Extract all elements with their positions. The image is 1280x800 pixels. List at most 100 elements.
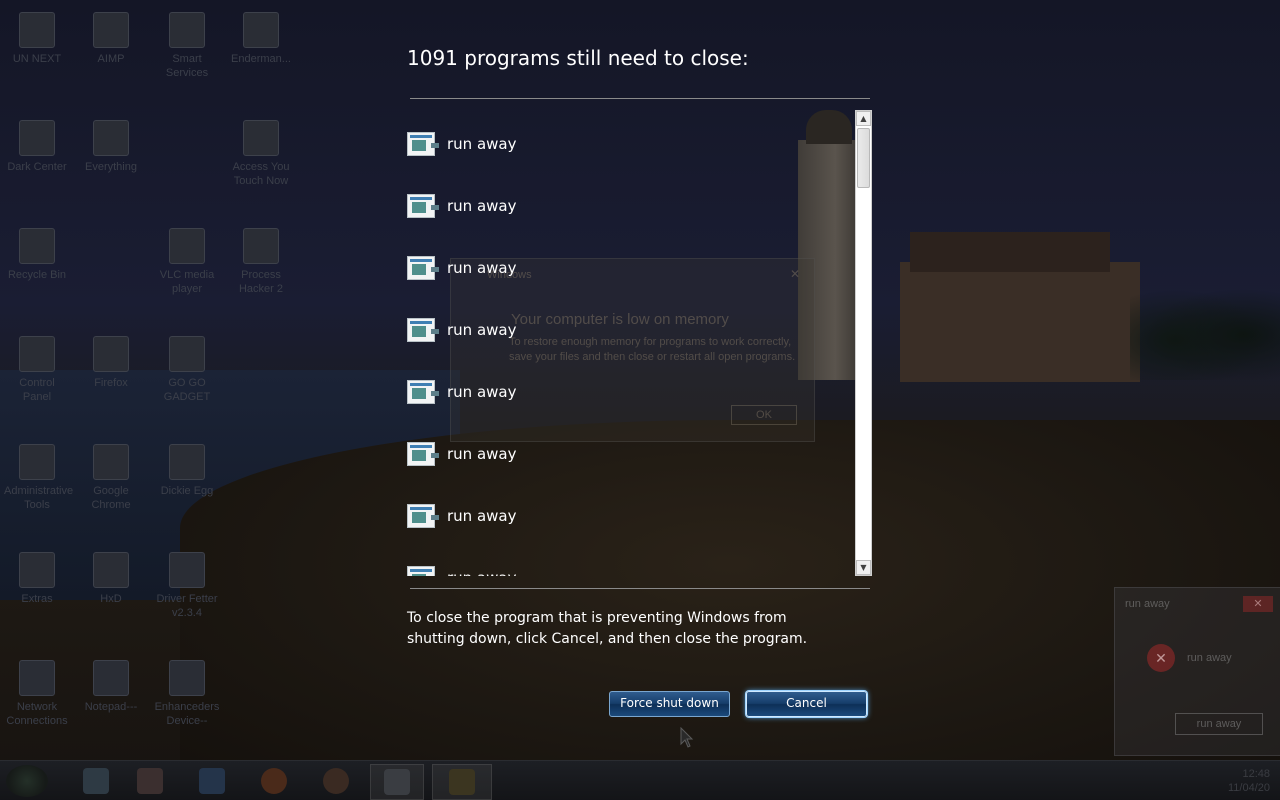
- program-list-item[interactable]: run away: [407, 562, 516, 576]
- app-icon: [19, 120, 55, 156]
- app-icon: [243, 228, 279, 264]
- desktop-icon: Dickie Egg: [154, 444, 220, 498]
- desktop-icon: Google Chrome: [78, 444, 144, 512]
- program-name: run away: [447, 259, 517, 277]
- app-icon: [93, 552, 129, 588]
- desktop-icon: Dark Center: [4, 120, 70, 174]
- desktop-icon-label: Everything: [85, 161, 137, 173]
- program-list-item[interactable]: run away: [407, 190, 516, 222]
- desktop-icon: Notepad---: [78, 660, 144, 714]
- tray-date: 11/04/20: [1227, 782, 1270, 794]
- desktop-icon: Driver Fetter v2.3.4: [154, 552, 220, 620]
- divider-bottom: [410, 588, 870, 589]
- desktop-icon-label: AIMP: [97, 53, 125, 65]
- shutdown-instructions: To close the program that is preventing …: [407, 610, 808, 647]
- program-list-item[interactable]: run away: [407, 314, 516, 346]
- app-icon: [169, 12, 205, 48]
- house: [900, 232, 1140, 382]
- program-list-item[interactable]: run away: [407, 500, 516, 532]
- app-icon: [93, 120, 129, 156]
- desktop-icon: AIMP: [78, 12, 144, 66]
- program-window-icon: [407, 566, 435, 576]
- program-name: run away: [447, 197, 517, 215]
- app-icon: [93, 660, 129, 696]
- scroll-thumb[interactable]: [857, 128, 870, 188]
- app-icon: [243, 12, 279, 48]
- program-list-item[interactable]: run away: [407, 252, 516, 284]
- desktop-icon-label: Recycle Bin: [7, 269, 67, 281]
- scroll-up-button[interactable]: ▲: [856, 111, 871, 126]
- scroll-down-button[interactable]: ▼: [856, 560, 871, 575]
- cancel-button[interactable]: Cancel: [746, 691, 867, 717]
- desktop-icon: Everything: [78, 120, 144, 174]
- app-icon: [93, 444, 129, 480]
- desktop-icon-label: HxD: [100, 593, 122, 605]
- desktop-icon: Smart Services: [154, 12, 220, 80]
- desktop-icon-label: Process Hacker 2: [238, 269, 284, 295]
- desktop-icon-label: Access You Touch Now: [232, 161, 290, 187]
- taskbar: 12:48 11/04/20: [0, 760, 1280, 800]
- arrow-up-icon: ▲: [860, 114, 867, 123]
- run-away-box-message: run away: [1187, 652, 1232, 664]
- program-name: run away: [447, 321, 517, 339]
- app-icon: [93, 12, 129, 48]
- divider-top: [410, 98, 870, 99]
- program-list-item[interactable]: run away: [407, 438, 516, 470]
- program-window-icon: [407, 256, 435, 280]
- program-name: run away: [447, 445, 517, 463]
- desktop-icon: UN NEXT: [4, 12, 70, 66]
- app-icon: [169, 444, 205, 480]
- program-list-item[interactable]: run away: [407, 128, 516, 160]
- app-icon: [19, 12, 55, 48]
- program-window-icon: [407, 380, 435, 404]
- start-button: [6, 765, 48, 797]
- program-window-icon: [407, 132, 435, 156]
- desktop-icon: Enderman...: [228, 12, 294, 66]
- desktop-icon: Firefox: [78, 336, 144, 390]
- desktop-icon-label: Driver Fetter v2.3.4: [156, 593, 218, 619]
- desktop-icon: HxD: [78, 552, 144, 606]
- program-list-item[interactable]: run away: [407, 376, 516, 408]
- run-away-box-title: run away: [1125, 598, 1170, 610]
- desktop-icon-label: Smart Services: [165, 53, 209, 79]
- program-window-icon: [407, 194, 435, 218]
- app-icon: [19, 444, 55, 480]
- taskbar-firefox: [248, 764, 300, 798]
- desktop-icon: Control Panel: [4, 336, 70, 404]
- program-list-scrollbar[interactable]: ▲ ▼: [855, 110, 872, 576]
- taskbar-folder: [432, 764, 492, 800]
- desktop-icon-label: Network Connections: [6, 701, 68, 727]
- programs-remaining-heading: 1091 programs still need to close:: [407, 46, 749, 70]
- folder-icon: [83, 768, 109, 794]
- desktop-icon-label: VLC media player: [159, 269, 215, 295]
- taskbar-app-3: [186, 764, 238, 798]
- app-icon: [19, 660, 55, 696]
- program-list[interactable]: run away run away run away run away run away…: [404, 110, 856, 576]
- desktop-icon: Recycle Bin: [4, 228, 70, 282]
- app-icon: [137, 768, 163, 794]
- arrow-down-icon: ▼: [860, 563, 867, 572]
- app-icon: [243, 120, 279, 156]
- run-away-box-close-button: ✕: [1243, 596, 1273, 612]
- desktop-icon: Process Hacker 2: [228, 228, 294, 296]
- program-name: run away: [447, 507, 517, 525]
- desktop-icon-label: Enhanceders Device--: [154, 701, 220, 727]
- desktop-icon-label: Notepad---: [84, 701, 138, 713]
- taskbar-run-away: [370, 764, 424, 800]
- run-away-message-box: run away ✕ ✕ run away run away: [1114, 587, 1280, 756]
- desktop-icon-label: Administrative Tools: [4, 485, 74, 511]
- app-icon: [169, 228, 205, 264]
- tray-time: 12:48: [1242, 768, 1270, 780]
- taskbar-explorer: [70, 764, 122, 798]
- desktop-icon-label: Firefox: [94, 377, 128, 389]
- app-icon: [169, 552, 205, 588]
- desktop-icon-label: Extras: [21, 593, 53, 605]
- desktop-icon-label: Enderman...: [231, 53, 291, 65]
- desktop-icon-label: UN NEXT: [12, 53, 62, 65]
- force-shut-down-button[interactable]: Force shut down: [609, 691, 730, 717]
- firefox-icon: [261, 768, 287, 794]
- system-tray: 12:48 11/04/20: [1228, 767, 1270, 795]
- program-icon: [384, 769, 410, 795]
- program-name: run away: [447, 383, 517, 401]
- desktop-icon: GO GO GADGET: [154, 336, 220, 404]
